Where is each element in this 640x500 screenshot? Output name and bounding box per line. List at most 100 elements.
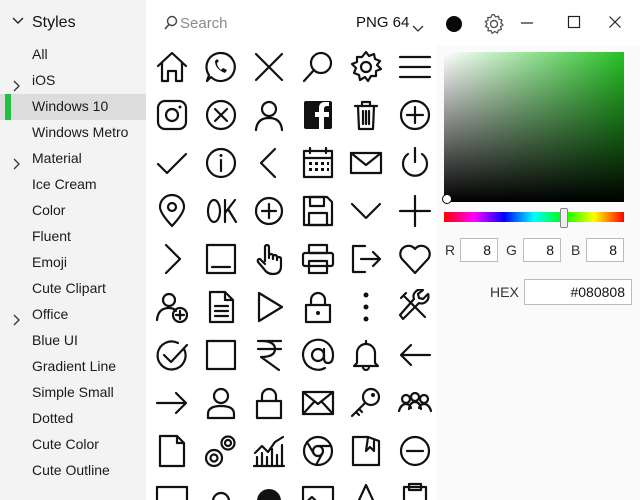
- checkbox-unchecked-icon[interactable]: [197, 331, 245, 379]
- minimize-window-icon[interactable]: [197, 235, 245, 283]
- sidebar-item-label: Cute Clipart: [32, 280, 106, 296]
- clipboard-icon[interactable]: [391, 475, 437, 500]
- sidebar-item-dotted[interactable]: Dotted: [0, 406, 146, 432]
- minimize-icon[interactable]: [520, 15, 534, 34]
- sidebar-item-ios[interactable]: iOS: [0, 68, 146, 94]
- whatsapp-icon[interactable]: [197, 46, 245, 91]
- trash-icon[interactable]: [342, 91, 390, 139]
- close-x-icon[interactable]: [245, 46, 293, 91]
- play-icon[interactable]: [245, 283, 293, 331]
- folder-icon[interactable]: [342, 427, 390, 475]
- image-icon[interactable]: [148, 475, 196, 500]
- chevron-right-icon[interactable]: [148, 235, 196, 283]
- more-vertical-icon[interactable]: [342, 283, 390, 331]
- plus-circle-icon[interactable]: [245, 187, 293, 235]
- remove-circle-icon[interactable]: [391, 427, 437, 475]
- picture-icon[interactable]: [294, 475, 342, 500]
- sidebar-item-label: Blue UI: [32, 332, 78, 348]
- menu-icon[interactable]: [391, 46, 437, 91]
- key-icon[interactable]: [342, 379, 390, 427]
- sidebar-item-fluent[interactable]: Fluent: [0, 224, 146, 250]
- check-circle-icon[interactable]: [148, 331, 196, 379]
- settings-icon[interactable]: [197, 475, 245, 500]
- checkmark-icon[interactable]: [148, 139, 196, 187]
- sidebar-item-label: Gradient Line: [32, 358, 117, 374]
- sidebar-item-simple-small[interactable]: Simple Small: [0, 380, 146, 406]
- gear-icon[interactable]: [342, 46, 390, 91]
- user-icon[interactable]: [245, 91, 293, 139]
- home-icon[interactable]: [148, 46, 196, 91]
- instagram-icon[interactable]: [148, 91, 196, 139]
- person-icon[interactable]: [197, 379, 245, 427]
- hand-cursor-icon[interactable]: [245, 235, 293, 283]
- r-input[interactable]: 8: [460, 238, 498, 262]
- cancel-circle-icon[interactable]: [197, 91, 245, 139]
- chart-icon[interactable]: [245, 427, 293, 475]
- chevron-down-icon[interactable]: [342, 187, 390, 235]
- sidebar-item-windows-10[interactable]: Windows 10: [0, 94, 146, 120]
- chevron-left-icon[interactable]: [245, 139, 293, 187]
- padlock-icon[interactable]: [245, 379, 293, 427]
- settings-gear-icon[interactable]: [483, 13, 505, 40]
- add-circle-icon[interactable]: [391, 91, 437, 139]
- tree-icon[interactable]: [342, 475, 390, 500]
- location-pin-icon[interactable]: [148, 187, 196, 235]
- color-cursor[interactable]: [442, 194, 452, 204]
- chevron-down-icon: [11, 14, 25, 33]
- plus-icon[interactable]: [391, 187, 437, 235]
- sidebar-item-cute-color[interactable]: Cute Color: [0, 432, 146, 458]
- sidebar-item-material[interactable]: Material: [0, 146, 146, 172]
- sidebar-item-label: Fluent: [32, 228, 71, 244]
- arrow-left-icon[interactable]: [391, 331, 437, 379]
- sidebar-item-label: Color: [32, 202, 66, 218]
- sidebar-item-windows-metro[interactable]: Windows Metro: [0, 120, 146, 146]
- color-swatch[interactable]: [446, 16, 462, 32]
- calendar-icon[interactable]: [294, 139, 342, 187]
- sidebar-item-ice-cream[interactable]: Ice Cream: [0, 172, 146, 198]
- printer-icon[interactable]: [294, 235, 342, 283]
- globe-icon[interactable]: [245, 475, 293, 500]
- file-icon[interactable]: [148, 427, 196, 475]
- add-user-icon[interactable]: [148, 283, 196, 331]
- hue-slider[interactable]: [444, 212, 624, 222]
- chrome-icon[interactable]: [294, 427, 342, 475]
- sidebar-item-cute-outline[interactable]: Cute Outline: [0, 458, 146, 484]
- rupee-icon[interactable]: [245, 331, 293, 379]
- saturation-value-area[interactable]: [444, 52, 624, 202]
- hex-input[interactable]: #080808: [524, 279, 632, 305]
- envelope-icon[interactable]: [294, 379, 342, 427]
- document-icon[interactable]: [197, 283, 245, 331]
- search-input[interactable]: Search: [164, 14, 324, 34]
- logout-icon[interactable]: [342, 235, 390, 283]
- hue-slider-thumb[interactable]: [560, 208, 568, 228]
- facebook-icon[interactable]: [294, 91, 342, 139]
- g-input[interactable]: 8: [523, 238, 561, 262]
- sidebar-item-gradient-line[interactable]: Gradient Line: [0, 354, 146, 380]
- b-input[interactable]: 8: [586, 238, 624, 262]
- search-icon[interactable]: [294, 46, 342, 91]
- sidebar-item-all[interactable]: All: [0, 42, 146, 68]
- sidebar-item-blue-ui[interactable]: Blue UI: [0, 328, 146, 354]
- save-icon[interactable]: [294, 187, 342, 235]
- sidebar-item-color[interactable]: Color: [0, 198, 146, 224]
- gears-icon[interactable]: [197, 427, 245, 475]
- sidebar-item-cute-clipart[interactable]: Cute Clipart: [0, 276, 146, 302]
- arrow-right-icon[interactable]: [148, 379, 196, 427]
- sidebar-item-office[interactable]: Office: [0, 302, 146, 328]
- mail-icon[interactable]: [342, 139, 390, 187]
- heart-icon[interactable]: [391, 235, 437, 283]
- tools-icon[interactable]: [391, 283, 437, 331]
- at-sign-icon[interactable]: [294, 331, 342, 379]
- group-icon[interactable]: [391, 379, 437, 427]
- bell-icon[interactable]: [342, 331, 390, 379]
- format-dropdown[interactable]: PNG 64: [356, 14, 426, 34]
- lock-icon[interactable]: [294, 283, 342, 331]
- maximize-icon[interactable]: [567, 15, 581, 34]
- sidebar-item-emoji[interactable]: Emoji: [0, 250, 146, 276]
- close-icon[interactable]: [608, 15, 622, 34]
- icon-grid: [146, 46, 436, 500]
- power-icon[interactable]: [391, 139, 437, 187]
- styles-header[interactable]: Styles: [0, 0, 146, 46]
- ok-icon[interactable]: [197, 187, 245, 235]
- info-icon[interactable]: [197, 139, 245, 187]
